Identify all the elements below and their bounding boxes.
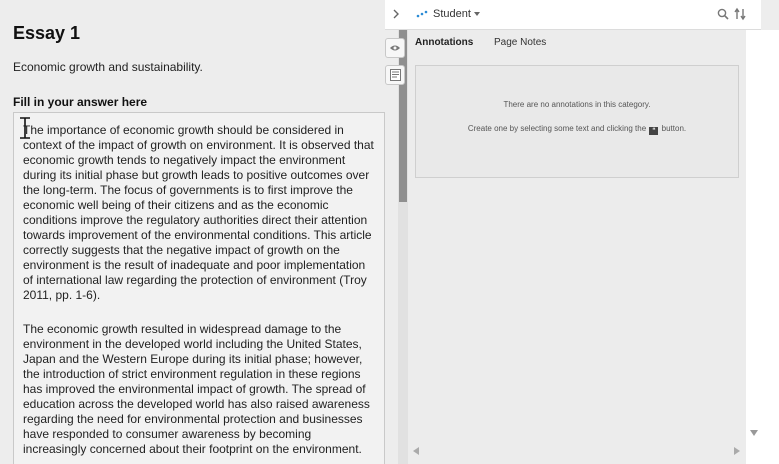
scroll-left-icon[interactable] [413, 447, 419, 455]
highlight-icon: ❝ [649, 127, 659, 135]
essay-title: Essay 1 [13, 23, 81, 43]
annotation-toolbar: Student [385, 0, 761, 30]
notes-icon [389, 69, 401, 81]
sync-icon[interactable] [734, 7, 746, 21]
tab-annotations[interactable]: Annotations [415, 37, 473, 48]
scroll-right-icon[interactable] [734, 447, 740, 455]
create-suffix: button. [661, 124, 687, 133]
user-selector-label[interactable]: Student [433, 8, 471, 20]
vertical-scroll-track[interactable] [746, 30, 779, 464]
chevron-right-icon[interactable] [392, 8, 400, 20]
empty-message: There are no annotations in this categor… [503, 100, 651, 109]
show-annotations-button[interactable] [385, 38, 405, 58]
answer-paragraph-2: The economic growth resulted in widespre… [23, 322, 370, 456]
tab-page-notes[interactable]: Page Notes [494, 37, 546, 48]
page-notes-button[interactable] [385, 65, 405, 85]
empty-annotations-card: There are no annotations in this categor… [415, 65, 739, 178]
answer-paragraph-1: The importance of economic growth should… [23, 123, 374, 302]
scroll-down-icon[interactable] [750, 430, 758, 436]
dots-icon [416, 10, 428, 18]
horizontal-scrollbar[interactable] [408, 444, 746, 460]
eye-icon [390, 45, 400, 51]
text-cursor-icon [20, 117, 30, 139]
essay-pane: Essay 1 Economic growth and sustainabili… [0, 0, 398, 464]
caret-down-icon[interactable] [474, 12, 480, 16]
create-prefix: Create one by selecting some text and cl… [467, 124, 647, 133]
answer-textarea[interactable]: The importance of economic growth should… [13, 112, 385, 464]
answer-label: Fill in your answer here [13, 95, 148, 109]
essay-prompt: Economic growth and sustainability. [13, 60, 203, 74]
search-icon[interactable] [717, 8, 729, 20]
create-instructions: Create one by selecting some text and cl… [416, 124, 738, 135]
